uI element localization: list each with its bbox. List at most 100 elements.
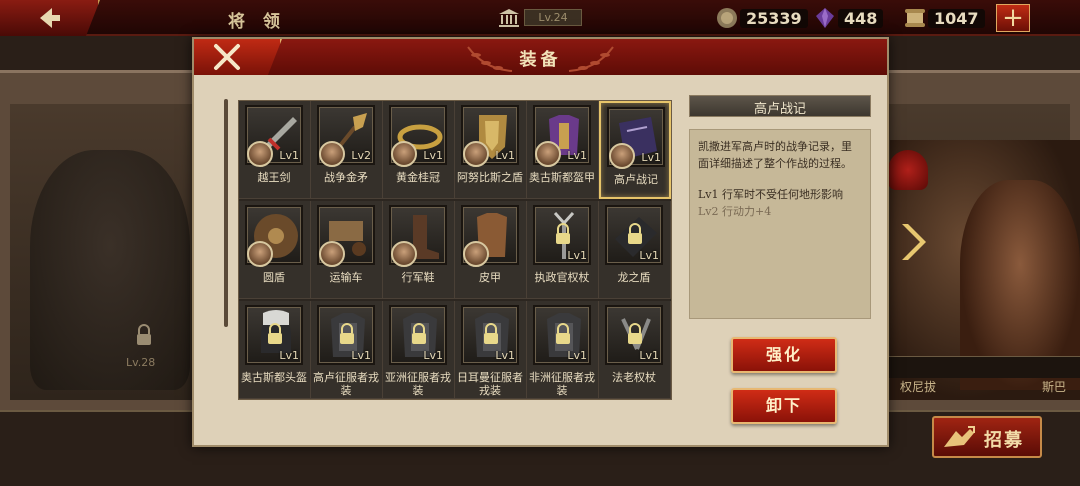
item-name: 非洲征服者戎装	[529, 371, 595, 397]
equipment-slot[interactable]: Lv1 越王剑	[239, 101, 311, 199]
hero-avatar	[463, 241, 489, 267]
recruit-label: 招募	[984, 430, 1024, 451]
locked-hero-silhouette[interactable]	[30, 150, 190, 390]
hero-name: 权尼拔	[900, 380, 937, 394]
dialog-header: 装备	[194, 39, 887, 75]
effect-line: Lv2 行动力+4	[698, 205, 772, 218]
temple-icon	[499, 9, 519, 27]
equipment-slot[interactable]: Lv1 阿努比斯之盾	[455, 101, 527, 199]
item-name: 战争金矛	[324, 171, 368, 184]
unequip-button[interactable]: 卸下	[731, 388, 837, 424]
item-frame: Lv1	[389, 305, 447, 365]
item-level: Lv1	[639, 349, 659, 362]
item-name: 皮甲	[479, 271, 501, 284]
coin-icon	[717, 8, 737, 28]
item-frame: Lv1	[533, 205, 591, 265]
scroll-icon	[905, 9, 925, 27]
lock-icon	[628, 323, 642, 344]
equipment-slot[interactable]: Lv1 奥古斯都头盔	[239, 301, 311, 399]
player-level-label: Lv.24	[524, 9, 582, 26]
item-level: Lv1	[351, 349, 371, 362]
item-name: 日耳曼征服者戎装	[457, 371, 523, 397]
chevron-right-icon[interactable]	[900, 222, 926, 262]
item-frame	[245, 205, 303, 267]
item-name: 龙之盾	[617, 271, 651, 284]
item-name: 奥古斯都头盔	[241, 371, 307, 384]
equipment-slot[interactable]: Lv2 战争金矛	[311, 101, 383, 199]
equipment-slot[interactable]: Lv1 亚洲征服者戎装	[383, 301, 455, 399]
page-title: 将 领	[228, 12, 286, 32]
detail-title: 高卢战记	[753, 102, 806, 117]
enhance-button[interactable]: 强化	[731, 337, 837, 373]
close-icon	[214, 44, 240, 70]
item-name: 越王剑	[257, 171, 291, 184]
helmet-crest	[888, 150, 928, 190]
hero-name: 斯巴	[1042, 380, 1067, 394]
item-level: Lv1	[423, 349, 443, 362]
recruit-button[interactable]: 招募	[932, 416, 1042, 458]
detail-panel: 凯撒进军高卢时的战争记录，里面详细描述了整个作战的过程。 Lv1 行军时不受任何…	[689, 129, 871, 319]
item-name: 行军鞋	[401, 271, 435, 284]
lock-icon	[137, 324, 151, 345]
item-frame: Lv1	[605, 305, 663, 365]
item-frame: Lv1	[245, 305, 303, 365]
add-currency-button[interactable]: +	[996, 4, 1030, 32]
hero-avatar	[247, 241, 273, 267]
scrolls-value: 1047	[928, 9, 985, 28]
lock-icon	[484, 323, 498, 344]
item-level: Lv1	[495, 349, 515, 362]
item-frame: Lv1	[317, 305, 375, 365]
lock-icon	[412, 323, 426, 344]
hero-avatar	[535, 141, 561, 167]
item-frame	[389, 205, 447, 267]
item-frame: Lv1	[461, 105, 519, 167]
item-frame: Lv2	[317, 105, 375, 167]
coins-value: 25339	[740, 9, 808, 28]
item-name: 亚洲征服者戎装	[385, 371, 451, 397]
hero-avatar	[391, 241, 417, 267]
item-frame: Lv1	[605, 205, 663, 265]
item-frame: Lv1	[461, 305, 519, 365]
dialog-title: 装备	[519, 50, 562, 70]
equipment-slot[interactable]: Lv1 黄金桂冠	[383, 101, 455, 199]
item-frame: Lv1	[389, 105, 447, 167]
equipment-grid: Lv1 越王剑 Lv2 战争金矛 Lv1 黄金桂冠 Lv1 阿努比斯之盾 Lv1 奥古斯都盔甲 Lv…	[238, 100, 672, 400]
item-name: 执政官权杖	[534, 271, 590, 284]
detail-title-bar: 高卢战记	[689, 95, 871, 117]
item-level: Lv1	[279, 349, 299, 362]
back-button[interactable]	[0, 0, 100, 36]
hero-name-strip	[886, 356, 1080, 378]
equipment-slot[interactable]: Lv1 奥古斯都盔甲	[527, 101, 599, 199]
equipment-slot[interactable]: Lv1 高卢战记	[599, 101, 671, 199]
equipment-slot[interactable]: Lv1 执政官权杖	[527, 201, 599, 299]
unequip-label: 卸下	[765, 396, 802, 415]
close-button[interactable]	[194, 39, 282, 75]
equipment-slot[interactable]: 运输车	[311, 201, 383, 299]
hero-avatar	[391, 141, 417, 167]
scrollbar[interactable]	[224, 99, 228, 327]
item-level: Lv1	[639, 249, 659, 262]
item-level: Lv1	[279, 149, 299, 162]
lock-icon	[268, 323, 282, 344]
equipment-slot[interactable]: 皮甲	[455, 201, 527, 299]
lock-icon	[628, 223, 642, 244]
item-name: 圆盾	[263, 271, 285, 284]
detail-description: 凯撒进军高卢时的战争记录，里面详细描述了整个作战的过程。	[698, 140, 852, 170]
item-name: 黄金桂冠	[396, 171, 440, 184]
equipment-slot[interactable]: Lv1 日耳曼征服者戎装	[455, 301, 527, 399]
equipment-slot[interactable]: 圆盾	[239, 201, 311, 299]
equipment-slot[interactable]: Lv1 高卢征服者戎装	[311, 301, 383, 399]
effect-line: Lv1 行军时不受任何地形影响	[698, 188, 844, 201]
equipment-slot[interactable]: Lv1 非洲征服者戎装	[527, 301, 599, 399]
hero-avatar	[463, 141, 489, 167]
item-name: 奥古斯都盔甲	[529, 171, 595, 184]
item-name: 高卢征服者戎装	[313, 371, 379, 397]
hero-avatar	[609, 143, 635, 169]
gems-value: 448	[838, 9, 884, 28]
equipment-slot[interactable]: Lv1 龙之盾	[599, 201, 671, 299]
equipment-slot[interactable]: 行军鞋	[383, 201, 455, 299]
item-name: 高卢战记	[614, 173, 658, 186]
equipment-slot[interactable]: Lv1 法老权杖	[599, 301, 671, 399]
item-frame: Lv1	[245, 105, 303, 167]
item-frame: Lv1	[533, 305, 591, 365]
